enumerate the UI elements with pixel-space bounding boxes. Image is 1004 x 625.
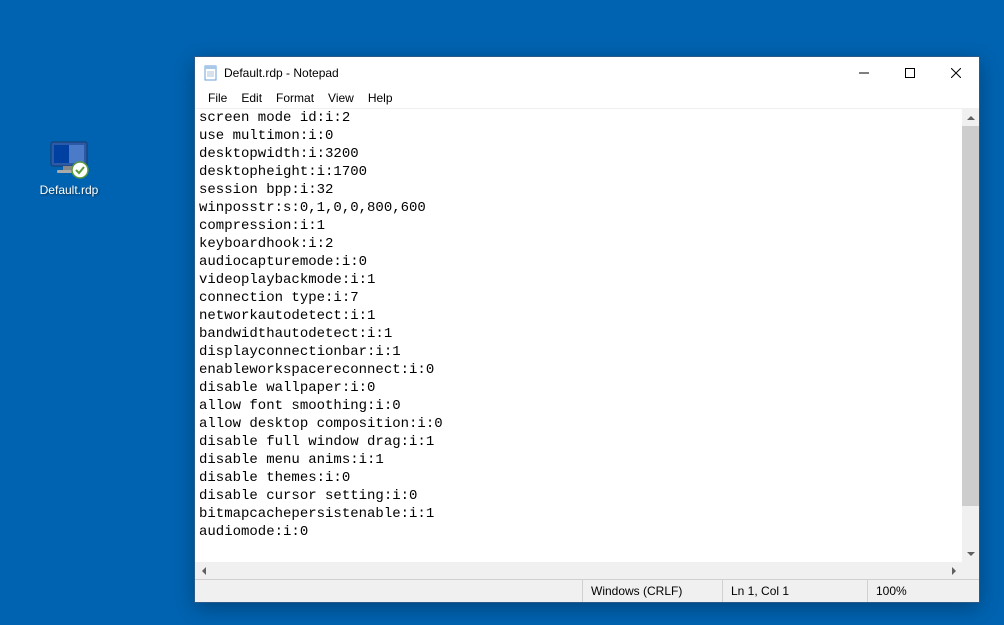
scroll-corner <box>962 562 979 579</box>
notepad-window: Default.rdp - Notepad File Edit Format V… <box>194 56 980 603</box>
vertical-scroll-thumb[interactable] <box>962 126 979 506</box>
window-controls <box>841 58 979 88</box>
scroll-left-arrow-icon[interactable] <box>195 562 212 579</box>
maximize-button[interactable] <box>887 58 933 88</box>
scroll-up-arrow-icon[interactable] <box>962 109 979 126</box>
status-zoom: 100% <box>867 580 979 602</box>
rdp-file-icon <box>45 140 93 180</box>
menu-help[interactable]: Help <box>361 89 400 107</box>
menu-format[interactable]: Format <box>269 89 321 107</box>
horizontal-scrollbar[interactable] <box>195 562 979 579</box>
scroll-right-arrow-icon[interactable] <box>945 562 962 579</box>
status-position: Ln 1, Col 1 <box>722 580 867 602</box>
menubar: File Edit Format View Help <box>195 88 979 108</box>
menu-view[interactable]: View <box>321 89 361 107</box>
scroll-down-arrow-icon[interactable] <box>962 545 979 562</box>
desktop-icon-label: Default.rdp <box>34 183 104 197</box>
vertical-scrollbar[interactable] <box>962 109 979 562</box>
horizontal-scroll-track[interactable] <box>212 562 945 579</box>
titlebar[interactable]: Default.rdp - Notepad <box>195 57 979 88</box>
menu-edit[interactable]: Edit <box>234 89 269 107</box>
window-title: Default.rdp - Notepad <box>224 66 841 80</box>
statusbar: Windows (CRLF) Ln 1, Col 1 100% <box>195 579 979 602</box>
status-encoding: Windows (CRLF) <box>582 580 722 602</box>
text-content[interactable]: screen mode id:i:2 use multimon:i:0 desk… <box>195 109 962 562</box>
notepad-icon <box>203 65 219 81</box>
desktop-icon-default-rdp[interactable]: Default.rdp <box>34 140 104 197</box>
statusbar-spacer <box>195 580 582 602</box>
minimize-button[interactable] <box>841 58 887 88</box>
editor-area: screen mode id:i:2 use multimon:i:0 desk… <box>195 108 979 562</box>
menu-file[interactable]: File <box>201 89 234 107</box>
close-button[interactable] <box>933 58 979 88</box>
